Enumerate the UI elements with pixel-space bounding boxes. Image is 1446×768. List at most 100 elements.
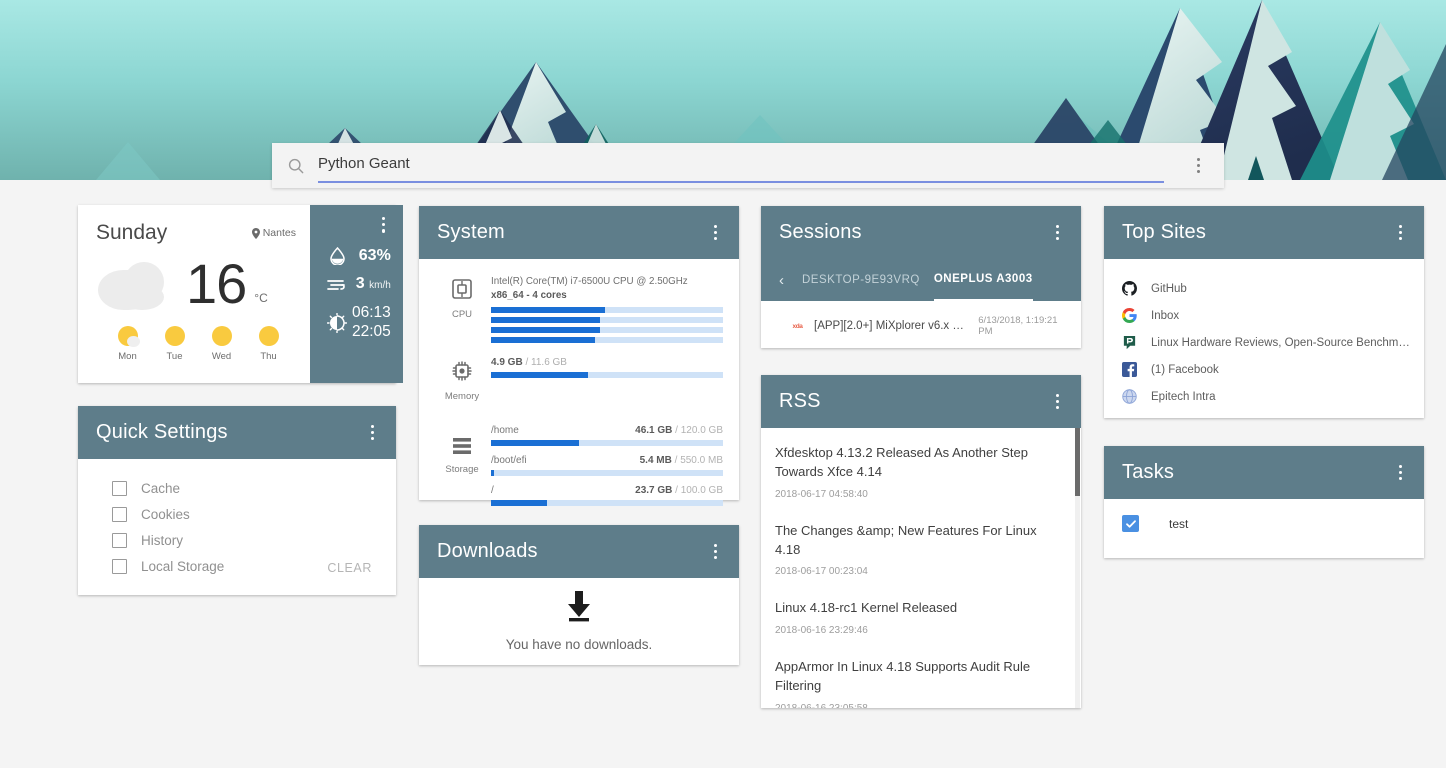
task-checkbox[interactable]	[1122, 515, 1139, 532]
quick-setting-row[interactable]: History	[98, 527, 376, 553]
quick-setting-label: Cache	[141, 481, 180, 496]
storage-mount-line: /boot/efi 5.4 MB / 550.0 MB	[491, 455, 723, 466]
memory-chip-icon	[450, 359, 474, 383]
tasks-more-menu-icon[interactable]	[1395, 461, 1406, 485]
cpu-core-fill	[491, 327, 600, 333]
storage-mount-line: /home 46.1 GB / 120.0 GB	[491, 425, 723, 436]
cpu-core-bar	[491, 317, 723, 323]
weather-card: Sunday Nantes 16 °C Mon	[78, 205, 396, 383]
rss-scrollbar[interactable]	[1075, 428, 1080, 708]
checkbox-cache[interactable]	[112, 481, 127, 496]
sessions-more-menu-icon[interactable]	[1052, 221, 1063, 245]
weather-wind-value: 3 km/h	[352, 275, 391, 294]
cpu-core-bar	[491, 337, 723, 343]
rss-item-title: AppArmor In Linux 4.18 Supports Audit Ru…	[775, 658, 1063, 696]
quick-settings-title: Quick Settings	[96, 421, 228, 444]
weather-more-menu-icon[interactable]	[378, 213, 389, 237]
xda-favicon: xda	[791, 320, 804, 333]
checkbox-cookies[interactable]	[112, 507, 127, 522]
cpu-arch: x86_64 - 4 cores	[491, 290, 567, 301]
memory-usage: 4.9 GB / 11.6 GB	[491, 357, 723, 368]
top-site-label: Linux Hardware Reviews, Open-Source Benc…	[1151, 337, 1412, 349]
downloads-card: Downloads You have no downloads.	[419, 525, 739, 665]
top-site-item-github[interactable]: GitHub	[1122, 275, 1412, 302]
rss-list-item[interactable]: Linux 4.18-rc1 Kernel Released 2018-06-1…	[775, 599, 1063, 636]
session-item-date: 6/13/2018, 1:19:21 PM	[978, 315, 1067, 337]
rss-list-item[interactable]: Xfdesktop 4.13.2 Released As Another Ste…	[775, 444, 1063, 500]
storage-mount-usage: 46.1 GB / 120.0 GB	[635, 425, 723, 436]
storage-details: /home 46.1 GB / 120.0 GB /boot/efi 5.4 M…	[491, 414, 723, 506]
forecast-day-label: Mon	[104, 351, 151, 362]
forecast-day-label: Tue	[151, 351, 198, 362]
search-input[interactable]	[318, 155, 1180, 176]
top-sites-body: GitHub Inbox	[1104, 259, 1424, 420]
memory-details: 4.9 GB / 11.6 GB	[491, 355, 723, 402]
system-storage-row: Storage /home 46.1 GB / 120.0 GB /boot/e…	[433, 414, 723, 506]
tab-desktop-9e93vrq[interactable]: DESKTOP-9E93VRQ	[802, 259, 920, 301]
downloads-more-menu-icon[interactable]	[710, 540, 721, 564]
storage-fill	[491, 440, 579, 446]
phoronix-icon	[1122, 335, 1137, 350]
clear-button[interactable]: CLEAR	[327, 561, 372, 575]
globe-icon	[1122, 389, 1137, 404]
top-site-label: GitHub	[1151, 283, 1187, 295]
storage-total: 100.0 GB	[681, 485, 723, 496]
rss-title: RSS	[779, 390, 821, 413]
rss-scrollbar-thumb[interactable]	[1075, 428, 1080, 496]
weather-forecast-row: Mon Tue Wed Thu	[96, 325, 292, 362]
cpu-icon-wrap: CPU	[433, 273, 491, 343]
memory-used: 4.9 GB	[491, 357, 523, 368]
dot	[1197, 164, 1200, 167]
top-sites-more-menu-icon[interactable]	[1395, 221, 1406, 245]
sessions-card: Sessions ‹ DESKTOP-9E93VRQ ONEPLUS A3003…	[761, 206, 1081, 348]
facebook-icon	[1122, 362, 1137, 377]
quick-setting-row[interactable]: Cache	[98, 475, 376, 501]
top-sites-header: Top Sites	[1104, 206, 1424, 259]
storage-used: 23.7 GB	[635, 485, 672, 496]
tab-oneplus-a3003[interactable]: ONEPLUS A3003	[934, 259, 1033, 301]
quick-setting-row[interactable]: Cookies	[98, 501, 376, 527]
storage-used: 46.1 GB	[635, 425, 672, 436]
top-site-label: Epitech Intra	[1151, 391, 1216, 403]
system-body: CPU Intel(R) Core(TM) i7-6500U CPU @ 2.5…	[419, 259, 739, 528]
google-inbox-icon	[1122, 308, 1137, 323]
chevron-left-icon[interactable]: ‹	[775, 272, 788, 289]
forecast-day: Mon	[104, 325, 151, 362]
temperature-unit: °C	[254, 291, 267, 315]
rss-body: Xfdesktop 4.13.2 Released As Another Ste…	[761, 428, 1081, 708]
search-more-menu-icon[interactable]	[1186, 158, 1210, 173]
storage-bar	[491, 500, 723, 506]
top-site-item-facebook[interactable]: (1) Facebook	[1122, 356, 1412, 383]
weather-stats-panel: 63% 3 km/h	[310, 205, 403, 383]
weather-location: Nantes	[252, 227, 296, 239]
top-site-item-epitech-intra[interactable]: Epitech Intra	[1122, 383, 1412, 410]
rss-list-item[interactable]: The Changes &amp; New Features For Linux…	[775, 522, 1063, 578]
rss-more-menu-icon[interactable]	[1052, 390, 1063, 414]
checkbox-local-storage[interactable]	[112, 559, 127, 574]
sunset-time: 22:05	[352, 323, 391, 340]
top-sites-card: Top Sites GitHub Inbox	[1104, 206, 1424, 418]
weather-humidity-row: 63%	[310, 247, 403, 266]
system-title: System	[437, 221, 505, 244]
quick-settings-more-menu-icon[interactable]	[367, 421, 378, 445]
forecast-day: Wed	[198, 325, 245, 362]
top-sites-title: Top Sites	[1122, 221, 1206, 244]
top-site-item-phoronix[interactable]: Linux Hardware Reviews, Open-Source Benc…	[1122, 329, 1412, 356]
checkbox-history[interactable]	[112, 533, 127, 548]
search-bar[interactable]	[272, 143, 1224, 188]
tasks-header: Tasks	[1104, 446, 1424, 499]
dot	[1197, 170, 1200, 173]
forecast-day: Tue	[151, 325, 198, 362]
storage-fill	[491, 500, 547, 506]
system-header: System	[419, 206, 739, 259]
top-site-item-inbox[interactable]: Inbox	[1122, 302, 1412, 329]
session-list-item[interactable]: xda [APP][2.0+] MiXplorer v6.x Rel… 6/13…	[775, 315, 1067, 337]
weather-humidity-value: 63%	[352, 247, 391, 266]
rss-list-item[interactable]: AppArmor In Linux 4.18 Supports Audit Ru…	[775, 658, 1063, 708]
memory-fill	[491, 372, 588, 378]
weather-location-label: Nantes	[263, 227, 296, 239]
search-input-wrapper[interactable]	[318, 151, 1180, 181]
sessions-header: Sessions	[761, 206, 1081, 259]
temperature-value: 16	[186, 256, 246, 312]
system-more-menu-icon[interactable]	[710, 221, 721, 245]
